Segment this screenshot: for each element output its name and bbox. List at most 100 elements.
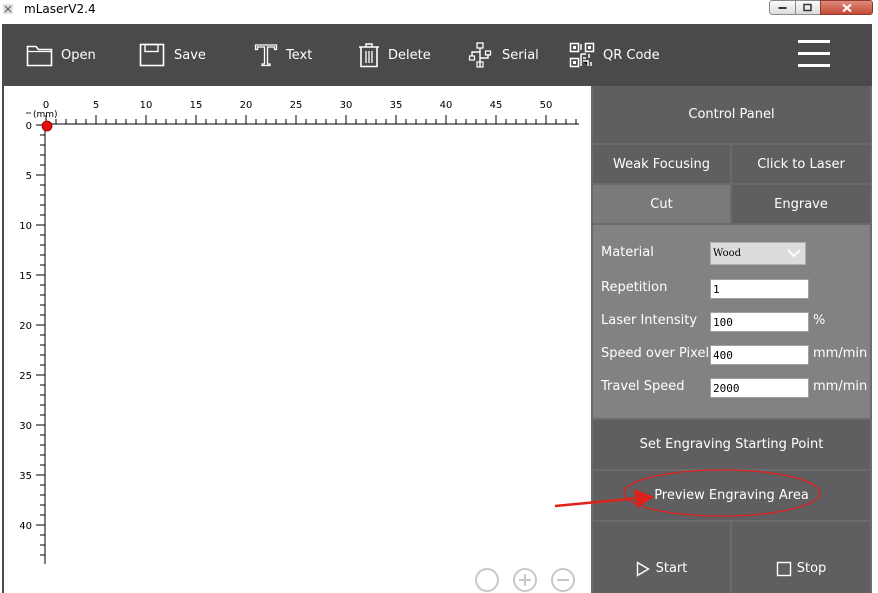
open-button[interactable]: Open — [26, 24, 96, 86]
close-icon — [841, 3, 852, 12]
folder-icon — [26, 45, 53, 67]
x-ruler-label: 15 — [190, 100, 203, 111]
app-logo-icon — [3, 4, 13, 14]
travel-speed-label: Travel Speed — [601, 379, 685, 394]
text-label: Text — [286, 47, 313, 63]
repetition-row: Repetition — [601, 279, 866, 299]
text-button[interactable]: Text — [254, 24, 312, 86]
y-ruler-label: 40 — [19, 521, 32, 532]
y-ruler-label: 35 — [19, 471, 32, 482]
y-ruler-ticks — [36, 124, 45, 556]
tab-cut[interactable]: Cut — [593, 185, 730, 223]
cut-label: Cut — [650, 196, 673, 212]
material-label: Material — [601, 245, 654, 260]
usb-icon — [468, 42, 492, 68]
hamburger-icon — [798, 40, 830, 43]
control-panel-header[interactable]: Control Panel — [593, 86, 870, 143]
zoom-controls — [475, 568, 575, 592]
preview-engraving-area-label: Preview Engraving Area — [654, 488, 809, 503]
qr-code-icon — [569, 42, 595, 68]
save-label: Save — [174, 47, 206, 63]
x-ruler-label: 45 — [490, 100, 503, 111]
toolbar: Open Save Text Delete Serial QR Code — [2, 24, 872, 86]
y-ruler-label: 10 — [19, 221, 32, 232]
minimize-button[interactable] — [769, 0, 796, 15]
control-panel-label: Control Panel — [688, 107, 775, 122]
repetition-input[interactable] — [710, 279, 809, 299]
x-ruler-label: 20 — [240, 100, 253, 111]
travel-speed-row: Travel Speed mm/min — [601, 378, 867, 398]
click-to-laser-label: Click to Laser — [757, 156, 845, 172]
y-ruler-label: 25 — [19, 371, 32, 382]
tab-engrave[interactable]: Engrave — [732, 185, 870, 223]
origin-marker[interactable] — [41, 120, 53, 132]
y-ruler-label: 0 — [26, 121, 32, 132]
y-ruler-labels: 0 5 10 15 20 25 30 35 40 — [19, 121, 32, 532]
repetition-label: Repetition — [601, 280, 668, 295]
title-bar: mLaserV2.4 — [0, 0, 878, 24]
qr-code-button[interactable]: QR Code — [569, 24, 660, 86]
x-ruler-label: 50 — [540, 100, 553, 111]
stop-label: Stop — [796, 561, 827, 576]
speed-unit: mm/min — [813, 346, 868, 361]
menu-button[interactable] — [798, 40, 832, 68]
play-icon — [636, 560, 650, 577]
y-ruler-label: 30 — [19, 421, 32, 432]
x-ruler-label: 25 — [290, 100, 303, 111]
chevron-down-icon — [787, 249, 801, 258]
set-starting-point-label: Set Engraving Starting Point — [639, 437, 824, 452]
start-label: Start — [655, 561, 688, 576]
window-title: mLaserV2.4 — [24, 2, 96, 16]
zoom-out-icon[interactable] — [551, 568, 575, 592]
trash-icon — [359, 43, 379, 68]
close-button[interactable] — [820, 0, 873, 15]
laser-intensity-label: Laser Intensity — [601, 313, 698, 328]
material-select[interactable]: Wood — [710, 242, 806, 265]
weak-focusing-label: Weak Focusing — [613, 156, 710, 172]
weak-focusing-button[interactable]: Weak Focusing — [593, 145, 730, 183]
serial-label: Serial — [502, 47, 539, 63]
laser-intensity-input[interactable] — [710, 312, 809, 332]
zoom-in-icon[interactable] — [513, 568, 537, 592]
x-ruler-label: 35 — [390, 100, 403, 111]
x-ruler-labels: 0 5 10 15 20 25 30 35 40 45 50 — [43, 100, 553, 111]
window-controls — [769, 0, 873, 16]
qr-code-label: QR Code — [603, 47, 660, 63]
laser-intensity-unit: % — [813, 313, 826, 328]
x-ruler-label: 40 — [440, 100, 453, 111]
delete-label: Delete — [388, 47, 431, 63]
material-value: Wood — [713, 248, 742, 259]
engrave-label: Engrave — [774, 196, 828, 212]
maximize-icon — [803, 3, 812, 11]
laser-intensity-row: Laser Intensity % — [601, 312, 866, 332]
minimize-icon — [778, 6, 786, 9]
maximize-button[interactable] — [795, 0, 821, 15]
y-ruler-label: 15 — [19, 271, 32, 282]
start-button[interactable]: Start — [593, 522, 730, 593]
x-ruler-label: 30 — [340, 100, 353, 111]
click-to-laser-button[interactable]: Click to Laser — [732, 145, 870, 183]
design-canvas[interactable]: 0 5 10 15 20 25 30 35 40 45 50 0 5 10 15 20 25 30 35 40 (m… — [4, 86, 591, 593]
preview-engraving-area-button[interactable]: Preview Engraving Area — [593, 471, 870, 520]
engrave-settings: Material Wood Repetition Laser Intensity… — [593, 225, 870, 418]
ruler-unit-label: (mm) — [33, 110, 58, 120]
speed-label: Speed over Pixels — [601, 346, 716, 361]
text-icon — [254, 44, 278, 67]
set-starting-point-button[interactable]: Set Engraving Starting Point — [593, 420, 870, 469]
save-button[interactable]: Save — [139, 24, 206, 86]
save-icon — [139, 43, 165, 67]
serial-button[interactable]: Serial — [468, 24, 539, 86]
speed-row: Speed over Pixels mm/min — [601, 345, 868, 365]
y-ruler-label: 5 — [26, 171, 32, 182]
x-ruler-label: 10 — [140, 100, 153, 111]
travel-speed-input[interactable] — [710, 378, 809, 398]
zoom-fit-icon[interactable] — [475, 568, 499, 592]
x-ruler-ticks — [45, 115, 577, 124]
control-panel: Control Panel Weak Focusing Click to Las… — [591, 86, 872, 593]
stop-icon — [776, 561, 791, 576]
speed-input[interactable] — [710, 345, 809, 365]
main-window: Open Save Text Delete Serial QR Code 0 5… — [2, 24, 872, 593]
delete-button[interactable]: Delete — [358, 24, 431, 86]
stop-button[interactable]: Stop — [732, 522, 870, 593]
open-label: Open — [61, 47, 96, 63]
